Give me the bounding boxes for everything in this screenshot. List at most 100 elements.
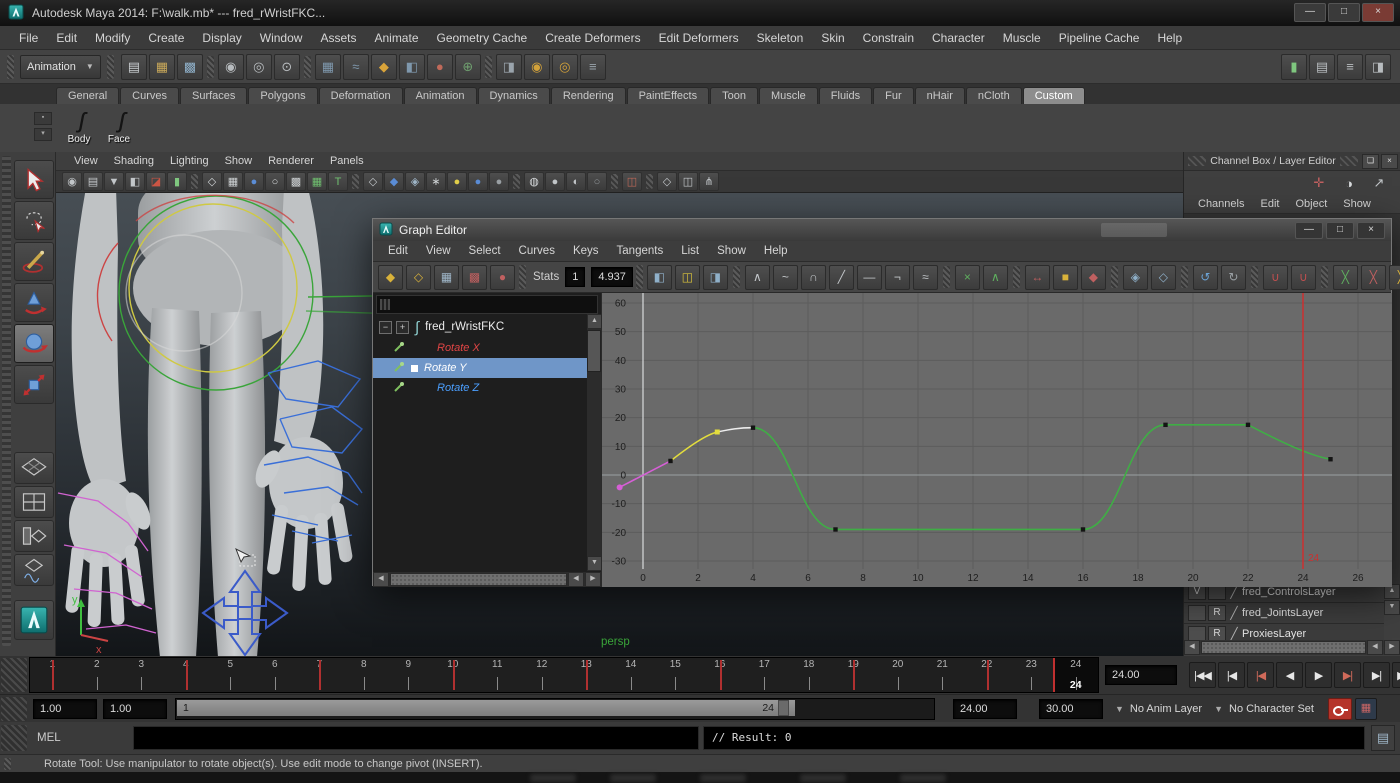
- menu-edit-deformers[interactable]: Edit Deformers: [650, 31, 748, 45]
- timeline-frame-11[interactable]: 11: [475, 658, 520, 692]
- curve-segment[interactable]: [1248, 425, 1331, 459]
- menu-muscle[interactable]: Muscle: [994, 31, 1050, 45]
- auto-tangents-icon[interactable]: ∧: [745, 265, 770, 290]
- retime-tool-icon[interactable]: ●: [490, 265, 515, 290]
- character-model[interactable]: [65, 193, 353, 657]
- select-object-mode-icon[interactable]: ◎: [246, 54, 272, 80]
- menu-edit[interactable]: Edit: [47, 31, 86, 45]
- keyframe[interactable]: [1081, 527, 1085, 531]
- curve-segment[interactable]: [1083, 425, 1166, 530]
- window-maximize-button[interactable]: □: [1328, 3, 1360, 22]
- shelf-tab-general[interactable]: General: [56, 87, 119, 104]
- scroll-right-icon[interactable]: ▶: [585, 572, 601, 587]
- graph-editor-minimize-button[interactable]: —: [1295, 222, 1323, 239]
- scroll-left-icon[interactable]: ◀: [373, 572, 389, 587]
- make-live-icon[interactable]: ⊕: [455, 54, 481, 80]
- shelf-tab-toon[interactable]: Toon: [710, 87, 758, 104]
- clamped-tangents-icon[interactable]: ∩: [801, 265, 826, 290]
- graph-editor-menu-tangents[interactable]: Tangents: [608, 245, 673, 257]
- anim-layer-selector[interactable]: No Anim Layer: [1130, 703, 1202, 715]
- range-slider-grip[interactable]: [1, 697, 27, 721]
- shelf-tab-fur[interactable]: Fur: [873, 87, 914, 104]
- timeline-frame-15[interactable]: 15: [653, 658, 698, 692]
- shelf-tab-custom[interactable]: Custom: [1023, 87, 1085, 104]
- grease-pencil-icon[interactable]: ◪: [146, 172, 166, 191]
- frame-playback-range-icon[interactable]: ◨: [703, 265, 728, 290]
- timeline-frame-1[interactable]: 1: [30, 658, 75, 692]
- stats-time-field[interactable]: 1: [565, 267, 585, 287]
- window-titlebar[interactable]: Autodesk Maya 2014: F:\walk.mb* --- fred…: [0, 0, 1400, 26]
- play-backwards-button[interactable]: ◀: [1276, 662, 1303, 688]
- character-set-menu-icon[interactable]: ▦: [1355, 698, 1377, 720]
- command-result-field[interactable]: // Result: 0: [703, 726, 1365, 750]
- timeline-frame-10[interactable]: 10: [431, 658, 476, 692]
- speed-ramp-icon[interactable]: ◑: [1337, 171, 1361, 195]
- layer-editor-vertical-scrollbar[interactable]: ▲ ▼: [1384, 584, 1399, 640]
- cube-outline-icon[interactable]: ◇: [657, 172, 677, 191]
- menu-modify[interactable]: Modify: [86, 31, 139, 45]
- shelf-tab-ncloth[interactable]: nCloth: [966, 87, 1022, 104]
- tangent-handle[interactable]: [715, 429, 720, 434]
- layer-editor-horizontal-scrollbar[interactable]: ◀ ◀ ▶: [1184, 640, 1400, 655]
- render-view-icon[interactable]: ◨: [496, 54, 522, 80]
- command-line-language-label[interactable]: MEL: [27, 732, 133, 744]
- spline-tangents-icon[interactable]: ~: [773, 265, 798, 290]
- curve-segment[interactable]: [717, 428, 753, 432]
- scroll-left-icon[interactable]: ◀: [1367, 640, 1383, 655]
- timeline-frame-3[interactable]: 3: [119, 658, 164, 692]
- viewport-menu-shading[interactable]: Shading: [106, 155, 162, 167]
- snap-to-point-icon[interactable]: ◆: [371, 54, 397, 80]
- step-back-one-frame-button[interactable]: |◀: [1218, 662, 1245, 688]
- time-slider-track[interactable]: 1234567891011121314151617181920212223242…: [29, 657, 1099, 693]
- bounding-box-icon[interactable]: ▩: [286, 172, 306, 191]
- scroll-left-icon[interactable]: ◀: [568, 572, 584, 587]
- time-snap-icon[interactable]: ◈: [1123, 265, 1148, 290]
- channel-box-toggle-icon[interactable]: ◨: [1365, 54, 1391, 80]
- menu-skeleton[interactable]: Skeleton: [748, 31, 813, 45]
- keyframe[interactable]: [668, 459, 672, 463]
- post-infinity-cycle-icon[interactable]: ↻: [1221, 265, 1246, 290]
- attribute-editor-toggle-icon[interactable]: ▤: [1309, 54, 1335, 80]
- scrollbar-thumb[interactable]: [587, 330, 601, 372]
- step-forward-one-key-button[interactable]: ▶|: [1334, 662, 1361, 688]
- camera-settings-icon[interactable]: ▤: [83, 172, 103, 191]
- layer-visibility-toggle[interactable]: [1188, 605, 1206, 621]
- keyframe[interactable]: [833, 527, 837, 531]
- step-back-one-key-button[interactable]: |◀: [1247, 662, 1274, 688]
- hypergraph-arrow-icon[interactable]: ↗: [1367, 171, 1391, 195]
- sphere-c-icon[interactable]: ○: [587, 172, 607, 191]
- move-tool[interactable]: [14, 283, 54, 322]
- timeline-frame-2[interactable]: 2: [75, 658, 120, 692]
- keyframe[interactable]: [1328, 457, 1332, 461]
- lock-tangent-weight-icon[interactable]: ■: [1053, 265, 1078, 290]
- scroll-down-icon[interactable]: ▼: [1384, 600, 1400, 615]
- menu-geometry-cache[interactable]: Geometry Cache: [428, 31, 537, 45]
- normalize-curves-icon[interactable]: ╳: [1333, 265, 1358, 290]
- timeline-frame-9[interactable]: 9: [386, 658, 431, 692]
- flat-tangents-icon[interactable]: —: [857, 265, 882, 290]
- select-hierarchy-mode-icon[interactable]: ◉: [218, 54, 244, 80]
- current-time-field[interactable]: 24.00: [1105, 665, 1177, 685]
- timeline-frame-17[interactable]: 17: [742, 658, 787, 692]
- graph-editor-close-button[interactable]: ×: [1357, 222, 1385, 239]
- viewport-menu-panels[interactable]: Panels: [322, 155, 372, 167]
- light-ball-yellow-icon[interactable]: ●: [447, 172, 467, 191]
- panel-close-button[interactable]: ×: [1381, 154, 1398, 169]
- sphere-a-icon[interactable]: ●: [545, 172, 565, 191]
- timeline-frame-4[interactable]: 4: [164, 658, 209, 692]
- rotate-tool[interactable]: [14, 324, 54, 363]
- channel-rotate-y[interactable]: Rotate Y: [373, 358, 601, 378]
- outliner-horizontal-scrollbar[interactable]: ◀ ◀ ▶: [373, 572, 601, 587]
- select-component-mode-icon[interactable]: ⊙: [274, 54, 300, 80]
- save-scene-icon[interactable]: ▩: [177, 54, 203, 80]
- scroll-left-icon[interactable]: ◀: [1184, 640, 1200, 655]
- outliner-vertical-scrollbar[interactable]: ▲ ▼: [587, 314, 601, 571]
- channel-box-menu-object[interactable]: Object: [1287, 198, 1335, 210]
- flower-shading-icon[interactable]: ∗: [426, 172, 446, 191]
- channel-rotate-x[interactable]: Rotate X: [373, 338, 601, 358]
- panel-grip[interactable]: [1340, 156, 1358, 166]
- graph-editor-menu-view[interactable]: View: [417, 245, 460, 257]
- menu-character[interactable]: Character: [923, 31, 994, 45]
- value-snap-magnet-icon[interactable]: ∪: [1291, 265, 1316, 290]
- value-snap-icon[interactable]: ◇: [1151, 265, 1176, 290]
